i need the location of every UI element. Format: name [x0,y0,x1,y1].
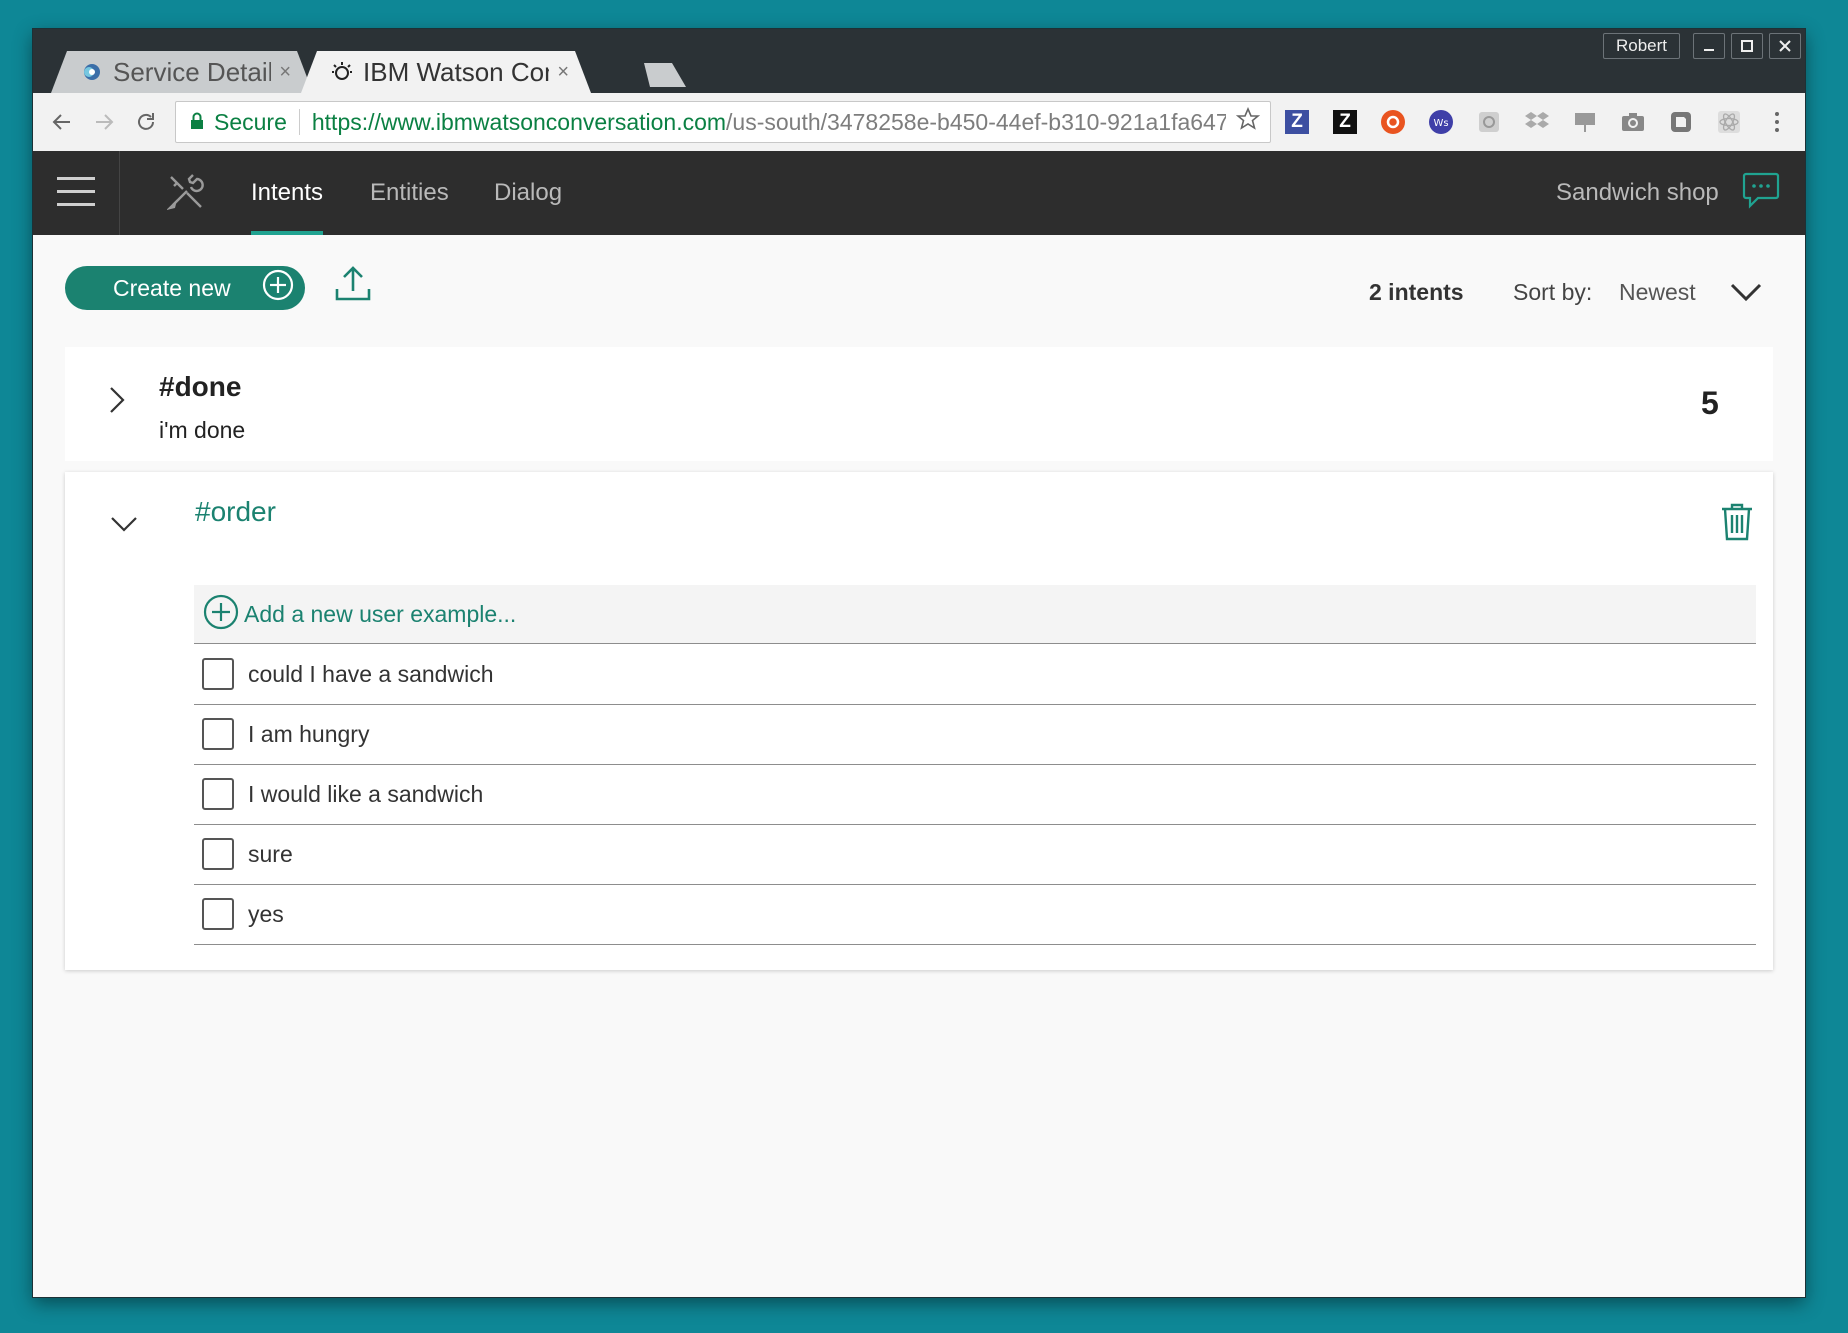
tab-service-details[interactable]: Service Details - × [51,51,313,93]
tab-title: IBM Watson Con [363,56,550,87]
tab-dialog[interactable]: Dialog [494,151,562,235]
bookmark-star-icon[interactable] [1235,106,1261,137]
chevron-down-icon[interactable] [109,514,139,539]
example-text[interactable]: could I have a sandwich [248,661,494,688]
zotero-icon[interactable]: Z [1283,108,1311,136]
add-example-label: Add a new user example... [244,600,517,627]
list-item: sure [194,824,1756,885]
zotero-dark-icon[interactable]: Z [1331,108,1359,136]
add-example-row[interactable]: Add a new user example... [194,585,1756,644]
tab-close-icon[interactable]: × [279,61,291,84]
tab-entities[interactable]: Entities [370,151,449,235]
address-bar[interactable]: Secure https://www.ibmwatsonconversation… [175,101,1271,143]
camera-icon[interactable] [1619,108,1647,136]
intent-name[interactable]: #done [159,371,241,403]
intent-name[interactable]: #order [195,496,276,528]
create-new-label: Create new [113,274,231,301]
react-icon[interactable] [1715,108,1743,136]
list-item: I am hungry [194,704,1756,765]
chevron-down-icon[interactable] [1729,281,1763,308]
trash-icon[interactable] [1720,502,1754,547]
browser-toolbar: Secure https://www.ibmwatsonconversation… [33,93,1805,152]
dropbox-icon[interactable] [1523,108,1551,136]
ubuntu-icon[interactable] [1379,108,1407,136]
url-path: /us-south/3478258e-b450-44ef-b310-921a1f… [726,108,1226,135]
tab-title: Service Details - [113,56,272,87]
tab-intents[interactable]: Intents [251,151,324,235]
example-checkbox[interactable] [202,838,234,870]
intent-count: 2 intents [1369,279,1464,305]
example-text[interactable]: I am hungry [248,721,369,748]
plus-circle-icon [202,593,240,636]
example-text[interactable]: I would like a sandwich [248,781,483,808]
new-tab-button[interactable] [636,63,686,87]
example-text[interactable]: sure [248,841,293,868]
example-checkbox[interactable] [202,658,234,690]
close-window-icon[interactable] [1769,33,1801,59]
tab-ibm-watson[interactable]: IBM Watson Con × [301,51,591,93]
svg-text:Ws: Ws [1433,118,1448,129]
upload-icon[interactable] [333,263,373,308]
chat-bubble-icon[interactable] [1742,171,1780,216]
evernote-icon[interactable] [1667,108,1695,136]
chevron-right-icon[interactable] [107,385,127,420]
workspace-name: Sandwich shop [1556,179,1719,206]
watson-favicon-icon [331,61,353,83]
lock-icon [190,109,204,136]
browser-menu-icon[interactable] [1763,108,1791,136]
example-checkbox[interactable] [202,898,234,930]
back-arrow-icon[interactable] [47,107,77,137]
browser-titlebar: Service Details - × IBM Watson Con × Rob… [33,29,1805,93]
example-checkbox[interactable] [202,778,234,810]
presentation-icon[interactable] [1571,108,1599,136]
ws-icon[interactable]: Ws [1427,108,1455,136]
sort-value[interactable]: Newest [1619,279,1696,306]
create-new-button[interactable]: Create new [65,266,305,310]
example-text[interactable]: yes [248,901,284,928]
list-item: could I have a sandwich [194,644,1756,705]
reload-icon[interactable] [131,107,161,137]
intent-card-done[interactable]: #done i'm done 5 [65,347,1773,461]
example-count: 5 [1701,385,1719,421]
sort-by-label: Sort by: [1513,279,1593,305]
list-item: I would like a sandwich [194,764,1756,825]
pocket-icon[interactable] [1475,108,1503,136]
url-text[interactable]: https://www.ibmwatsonconversation.com/us… [312,109,1226,136]
list-item: yes [194,884,1756,945]
app-header: Intents Entities Dialog Sandwich shop [33,151,1805,235]
profile-button[interactable]: Robert [1603,33,1681,59]
forward-arrow-icon[interactable] [89,107,119,137]
tab-close-icon[interactable]: × [557,61,569,84]
intent-card-order: #order Add a new user example... could I… [65,472,1773,970]
maximize-icon[interactable] [1731,33,1763,59]
plus-circle-icon [261,268,295,308]
secure-label: Secure [214,108,287,135]
example-checkbox[interactable] [202,718,234,750]
ibm-cloud-favicon-icon [81,61,103,83]
tools-icon[interactable] [166,173,205,216]
url-host: https://www.ibmwatsonconversation.com [311,108,727,135]
hamburger-menu-icon[interactable] [57,177,95,207]
browser-window: Service Details - × IBM Watson Con × Rob… [33,29,1805,1297]
intent-description: i'm done [159,417,246,443]
minimize-icon[interactable] [1693,33,1725,59]
